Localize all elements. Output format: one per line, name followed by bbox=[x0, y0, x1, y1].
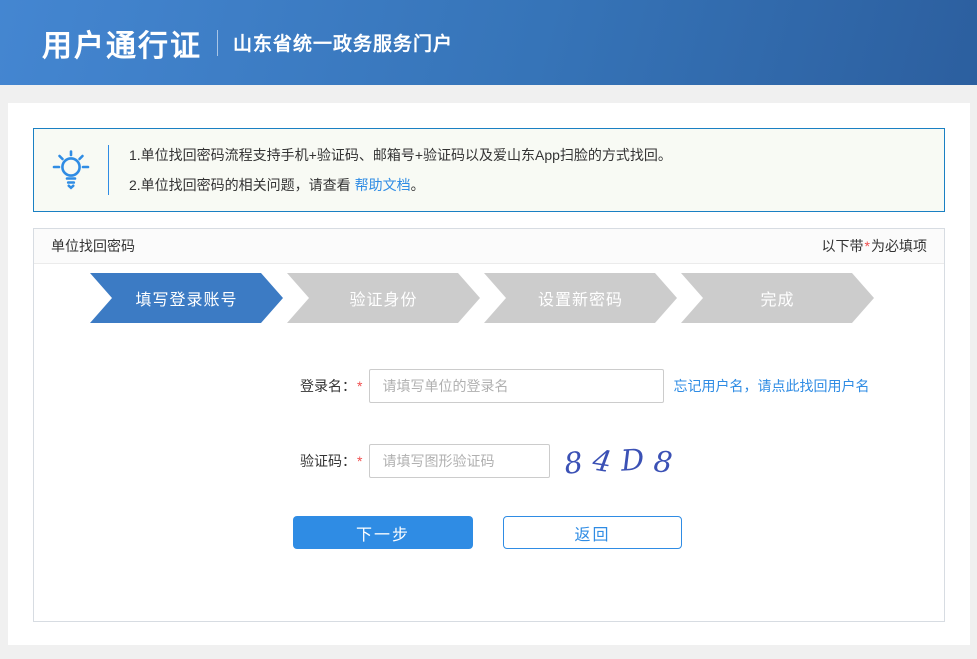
captcha-label-text: 验证码： bbox=[300, 453, 356, 469]
captcha-label: 验证码：* bbox=[300, 451, 363, 471]
required-note-prefix: 以下带 bbox=[822, 238, 864, 254]
next-step-button[interactable]: 下一步 bbox=[293, 516, 473, 549]
required-note-suffix: 为必填项 bbox=[871, 238, 927, 254]
step-verify-identity: 验证身份 bbox=[287, 273, 480, 323]
forgot-username-link[interactable]: 忘记用户名，请点此找回用户名 bbox=[673, 376, 869, 396]
login-name-label: 登录名：* bbox=[300, 376, 363, 396]
tips-box: 1.单位找回密码流程支持手机+验证码、邮箱号+验证码以及爱山东App扫脸的方式找… bbox=[33, 128, 945, 212]
password-recovery-panel: 单位找回密码 以下带*为必填项 填写登录账号 验证身份 设置新密码 完成 登录名… bbox=[33, 228, 945, 622]
tips-line-1: 1.单位找回密码流程支持手机+验证码、邮箱号+验证码以及爱山东App扫脸的方式找… bbox=[129, 140, 672, 170]
captcha-char: 8 bbox=[563, 445, 585, 481]
tips-divider bbox=[108, 145, 109, 195]
help-doc-link[interactable]: 帮助文档 bbox=[355, 177, 411, 193]
panel-title: 单位找回密码 bbox=[51, 236, 135, 256]
login-name-label-text: 登录名： bbox=[300, 378, 356, 394]
tips-text: 1.单位找回密码流程支持手机+验证码、邮箱号+验证码以及爱山东App扫脸的方式找… bbox=[129, 140, 672, 200]
header-banner: 用户通行证 山东省统一政务服务门户 bbox=[0, 0, 977, 85]
lightbulb-icon bbox=[34, 149, 108, 191]
content-sheet: 1.单位找回密码流程支持手机+验证码、邮箱号+验证码以及爱山东App扫脸的方式找… bbox=[8, 103, 970, 645]
captcha-row: 验证码：* 8 4 D 8 bbox=[34, 444, 944, 478]
back-button[interactable]: 返回 bbox=[503, 516, 682, 549]
panel-header: 单位找回密码 以下带*为必填项 bbox=[34, 229, 944, 264]
step-fill-account: 填写登录账号 bbox=[90, 273, 283, 323]
portal-subtitle: 山东省统一政务服务门户 bbox=[233, 29, 453, 56]
login-name-input[interactable] bbox=[369, 369, 664, 403]
tips-line-2-prefix: 2.单位找回密码的相关问题，请查看 bbox=[129, 177, 355, 193]
captcha-image[interactable]: 8 4 D 8 bbox=[564, 444, 672, 478]
step-wizard: 填写登录账号 验证身份 设置新密码 完成 bbox=[90, 273, 944, 323]
captcha-char: D bbox=[620, 442, 646, 478]
required-star: * bbox=[865, 238, 870, 254]
button-row: 下一步 返回 bbox=[34, 516, 944, 549]
captcha-char: 8 bbox=[652, 444, 674, 480]
app-title: 用户通行证 bbox=[42, 21, 202, 65]
login-required-star: * bbox=[357, 378, 362, 394]
captcha-required-star: * bbox=[357, 453, 362, 469]
tips-line-2-suffix: 。 bbox=[411, 177, 425, 193]
captcha-char: 4 bbox=[590, 443, 614, 479]
captcha-input[interactable] bbox=[369, 444, 550, 478]
step-complete: 完成 bbox=[681, 273, 874, 323]
title-divider bbox=[217, 30, 218, 56]
login-name-row: 登录名：* 忘记用户名，请点此找回用户名 bbox=[34, 369, 944, 403]
required-note: 以下带*为必填项 bbox=[822, 236, 927, 256]
tips-line-2: 2.单位找回密码的相关问题，请查看 帮助文档。 bbox=[129, 170, 672, 200]
step-set-new-password: 设置新密码 bbox=[484, 273, 677, 323]
